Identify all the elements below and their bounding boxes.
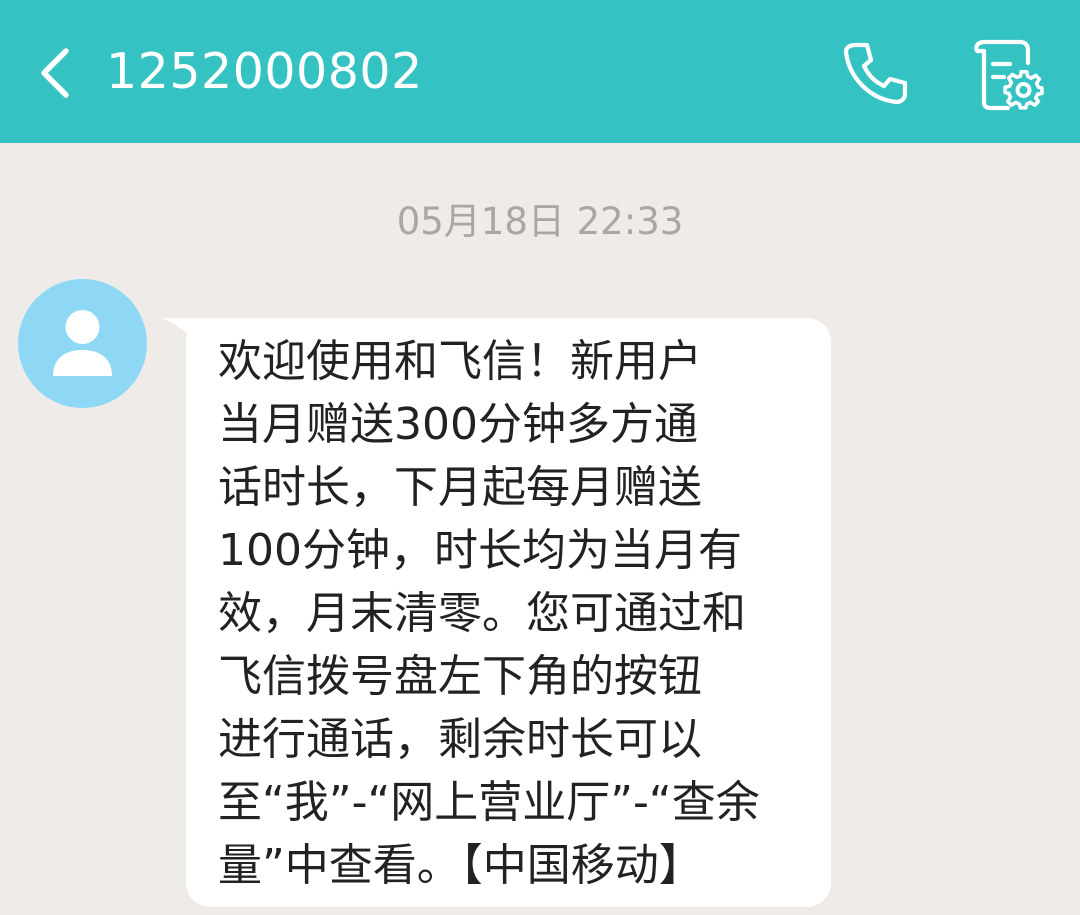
conversation-settings-button[interactable] bbox=[970, 36, 1046, 112]
call-button[interactable] bbox=[838, 36, 912, 110]
message-line: 当月赠送300分钟多方通 bbox=[218, 399, 698, 450]
sender-avatar[interactable] bbox=[18, 279, 147, 408]
message-line: 进行通话，剩余时长可以 bbox=[218, 714, 702, 765]
chat-settings-icon bbox=[974, 39, 1044, 111]
message-line: 100分钟，时长均为当月有 bbox=[218, 525, 742, 576]
message-line: 量”中查看。【中国移动】 bbox=[218, 840, 703, 891]
conversation-title: 1252000802 bbox=[106, 43, 423, 100]
back-button[interactable] bbox=[22, 38, 92, 108]
message-line: 飞信拨号盘左下角的按钮 bbox=[218, 651, 702, 702]
message-text: 欢迎使用和飞信！新用户 当月赠送300分钟多方通 话时长，下月起每月赠送 100… bbox=[218, 330, 818, 897]
message-line: 至“我”-“网上营业厅”-“查余 bbox=[218, 777, 760, 828]
message-line: 效，月末清零。您可通过和 bbox=[218, 588, 746, 639]
chevron-left-icon bbox=[41, 48, 69, 98]
top-app-bar: 1252000802 bbox=[0, 0, 1080, 143]
message-timestamp: 05月18日 22:33 bbox=[396, 200, 684, 243]
message-line: 话时长，下月起每月赠送 bbox=[218, 462, 702, 513]
phone-icon bbox=[843, 42, 908, 105]
person-icon bbox=[53, 310, 112, 376]
message-line: 欢迎使用和飞信！新用户 bbox=[218, 336, 702, 387]
